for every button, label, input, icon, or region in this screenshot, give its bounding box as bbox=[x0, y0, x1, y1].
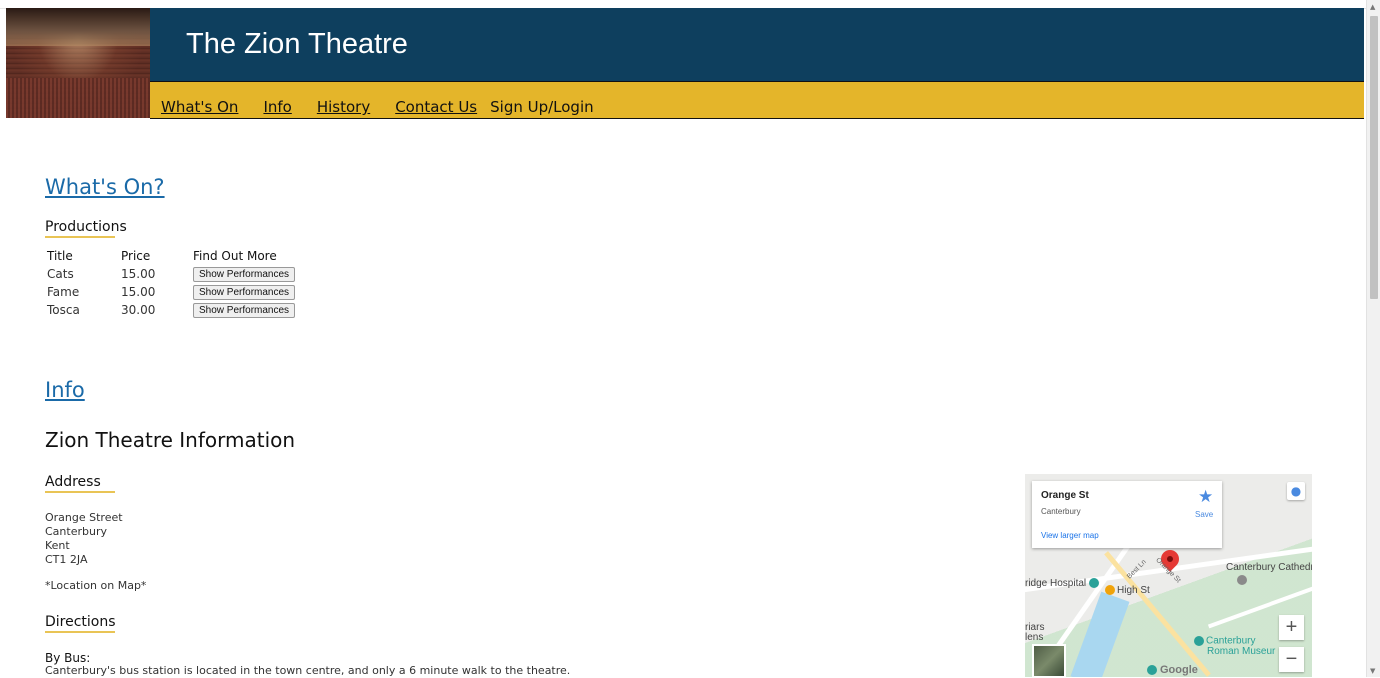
address-line: CT1 2JA bbox=[45, 553, 88, 566]
address-block: Orange Street Canterbury Kent CT1 2JA bbox=[45, 511, 123, 567]
by-bus-text: Canterbury's bus station is located in t… bbox=[45, 664, 571, 677]
shopping-icon bbox=[1105, 585, 1115, 596]
cathedral-icon bbox=[1237, 575, 1249, 586]
map-label-high-st: High St bbox=[1105, 585, 1150, 596]
by-bus-label: By Bus: bbox=[45, 651, 91, 665]
place-card: Orange St Canterbury View larger map ★ S… bbox=[1032, 481, 1222, 548]
row-price: 30.00 bbox=[121, 303, 156, 317]
satellite-toggle[interactable] bbox=[1032, 644, 1066, 677]
productions-heading: Productions bbox=[45, 219, 127, 238]
address-line: Kent bbox=[45, 539, 70, 552]
scroll-down-arrow-icon[interactable]: ▼ bbox=[1370, 667, 1375, 675]
page-scrollbar[interactable]: ▲ ▼ bbox=[1366, 0, 1380, 677]
nav-contact-us[interactable]: Contact Us bbox=[395, 98, 477, 116]
title-bar: The Zion Theatre bbox=[150, 8, 1364, 81]
map-label-friars: riars lens bbox=[1025, 622, 1045, 643]
place-city: Canterbury bbox=[1041, 507, 1081, 516]
col-find-out-more: Find Out More bbox=[193, 249, 277, 263]
show-performances-button[interactable]: Show Performances bbox=[193, 303, 296, 318]
zoom-in-button[interactable]: + bbox=[1279, 615, 1304, 640]
info-heading[interactable]: Info bbox=[45, 378, 85, 402]
table-row: Cats 15.00 Show Performances bbox=[45, 265, 305, 283]
col-price: Price bbox=[121, 249, 151, 263]
nav-history[interactable]: History bbox=[317, 98, 370, 116]
map-river bbox=[1070, 591, 1130, 677]
map-label-museum: Canterbury Roman Museur bbox=[1194, 636, 1275, 657]
nav-info[interactable]: Info bbox=[263, 98, 291, 116]
place-name: Orange St bbox=[1041, 490, 1089, 501]
productions-table: Title Price Find Out More Cats 15.00 Sho… bbox=[45, 249, 305, 319]
row-title: Tosca bbox=[47, 303, 80, 317]
star-icon[interactable]: ★ bbox=[1198, 487, 1213, 507]
address-line: Orange Street bbox=[45, 511, 123, 524]
map-label-hospital: ridge Hospital bbox=[1025, 578, 1101, 589]
map-label-cathedral: Canterbury Cathedr bbox=[1226, 562, 1312, 573]
row-title: Cats bbox=[47, 267, 74, 281]
scroll-thumb[interactable] bbox=[1370, 16, 1378, 299]
museum-icon bbox=[1194, 636, 1204, 646]
table-row: Tosca 30.00 Show Performances bbox=[45, 301, 305, 319]
whats-on-heading[interactable]: What's On? bbox=[45, 175, 165, 199]
row-title: Fame bbox=[47, 285, 80, 299]
scroll-up-arrow-icon[interactable]: ▲ bbox=[1370, 3, 1375, 11]
table-row: Fame 15.00 Show Performances bbox=[45, 283, 305, 301]
show-performances-button[interactable]: Show Performances bbox=[193, 267, 296, 282]
address-line: Canterbury bbox=[45, 525, 107, 538]
view-larger-map-link[interactable]: View larger map bbox=[1041, 531, 1099, 540]
site-header: The Zion Theatre What's On Info History … bbox=[6, 8, 1364, 119]
row-price: 15.00 bbox=[121, 285, 156, 299]
table-header-row: Title Price Find Out More bbox=[45, 249, 305, 265]
col-title: Title bbox=[47, 249, 73, 263]
row-price: 15.00 bbox=[121, 267, 156, 281]
show-performances-button[interactable]: Show Performances bbox=[193, 285, 296, 300]
hospital-icon bbox=[1088, 578, 1099, 589]
street-view-person-icon[interactable]: ● bbox=[1287, 482, 1305, 500]
main-nav: What's On Info History Contact Us Sign U… bbox=[150, 81, 1364, 119]
info-title: Zion Theatre Information bbox=[45, 428, 296, 452]
theatre-auditorium-image bbox=[6, 8, 150, 118]
embedded-map[interactable]: Orange St Canterbury View larger map ★ S… bbox=[1025, 474, 1312, 677]
google-logo: Google bbox=[1147, 664, 1198, 676]
site-title: The Zion Theatre bbox=[186, 28, 408, 60]
save-link[interactable]: Save bbox=[1195, 510, 1213, 519]
address-heading: Address bbox=[45, 474, 115, 493]
nav-whats-on[interactable]: What's On bbox=[161, 98, 238, 116]
nav-sign-up-login[interactable]: Sign Up/Login bbox=[490, 98, 594, 116]
directions-heading: Directions bbox=[45, 614, 116, 633]
zoom-out-button[interactable]: − bbox=[1279, 647, 1304, 672]
location-note: *Location on Map* bbox=[45, 579, 147, 592]
